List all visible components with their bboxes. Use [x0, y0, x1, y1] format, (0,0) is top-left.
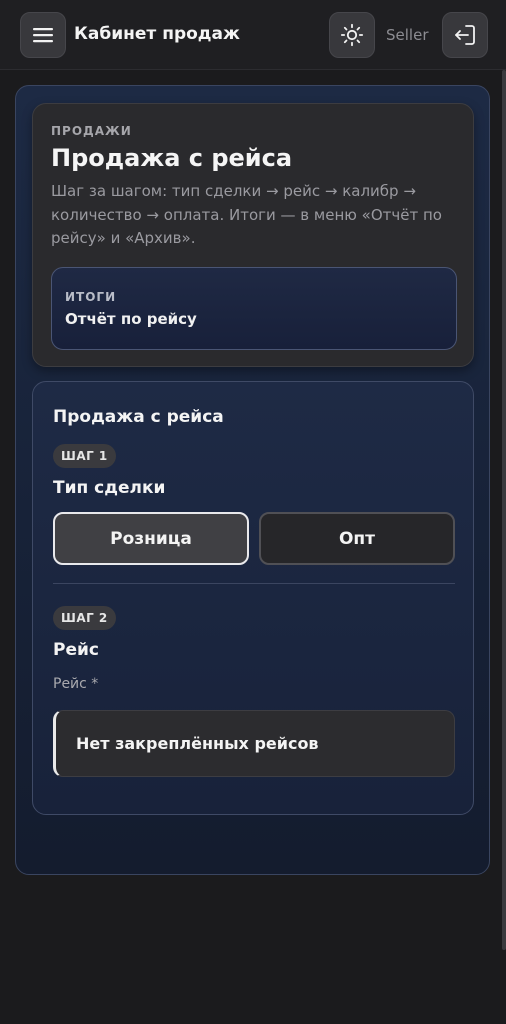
trip-report-link[interactable]: ИТОГИ Отчёт по рейсу	[51, 267, 457, 350]
menu-button[interactable]	[20, 12, 66, 58]
sale-form-card: Продажа с рейса ШАГ 1 Тип сделки Розница…	[32, 381, 474, 815]
hamburger-icon	[33, 28, 53, 43]
page-scrollbar[interactable]	[502, 70, 506, 950]
form-title: Продажа с рейса	[53, 407, 224, 427]
theme-toggle-button[interactable]	[329, 12, 375, 58]
main-panel: ПРОДАЖИ Продажа с рейса Шаг за шагом: ти…	[15, 85, 490, 875]
section-eyebrow: ПРОДАЖИ	[51, 124, 132, 138]
trip-select[interactable]: Нет закреплённых рейсов	[53, 710, 455, 777]
step-1-badge: ШАГ 1	[53, 444, 116, 468]
trip-field-label: Рейс *	[53, 676, 99, 692]
deal-type-wholesale-button[interactable]: Опт	[259, 512, 455, 565]
app-title: Кабинет продаж	[74, 24, 240, 44]
top-app-bar: Кабинет продаж Seller	[0, 0, 506, 70]
summary-label: Отчёт по рейсу	[65, 310, 197, 328]
step-1-title: Тип сделки	[53, 478, 166, 498]
page-description: Шаг за шагом: тип сделки → рейс → калибр…	[51, 182, 442, 247]
sun-icon	[340, 23, 364, 47]
step-divider	[53, 583, 455, 584]
step-2-title: Рейс	[53, 640, 99, 660]
logout-button[interactable]	[442, 12, 488, 58]
logout-icon	[455, 25, 475, 45]
user-role-label: Seller	[386, 26, 429, 44]
sales-hero-card: ПРОДАЖИ Продажа с рейса Шаг за шагом: ти…	[32, 103, 474, 367]
deal-type-retail-button[interactable]: Розница	[53, 512, 249, 565]
summary-eyebrow: ИТОГИ	[65, 290, 117, 304]
page-title: Продажа с рейса	[51, 144, 293, 172]
step-2-badge: ШАГ 2	[53, 606, 116, 630]
